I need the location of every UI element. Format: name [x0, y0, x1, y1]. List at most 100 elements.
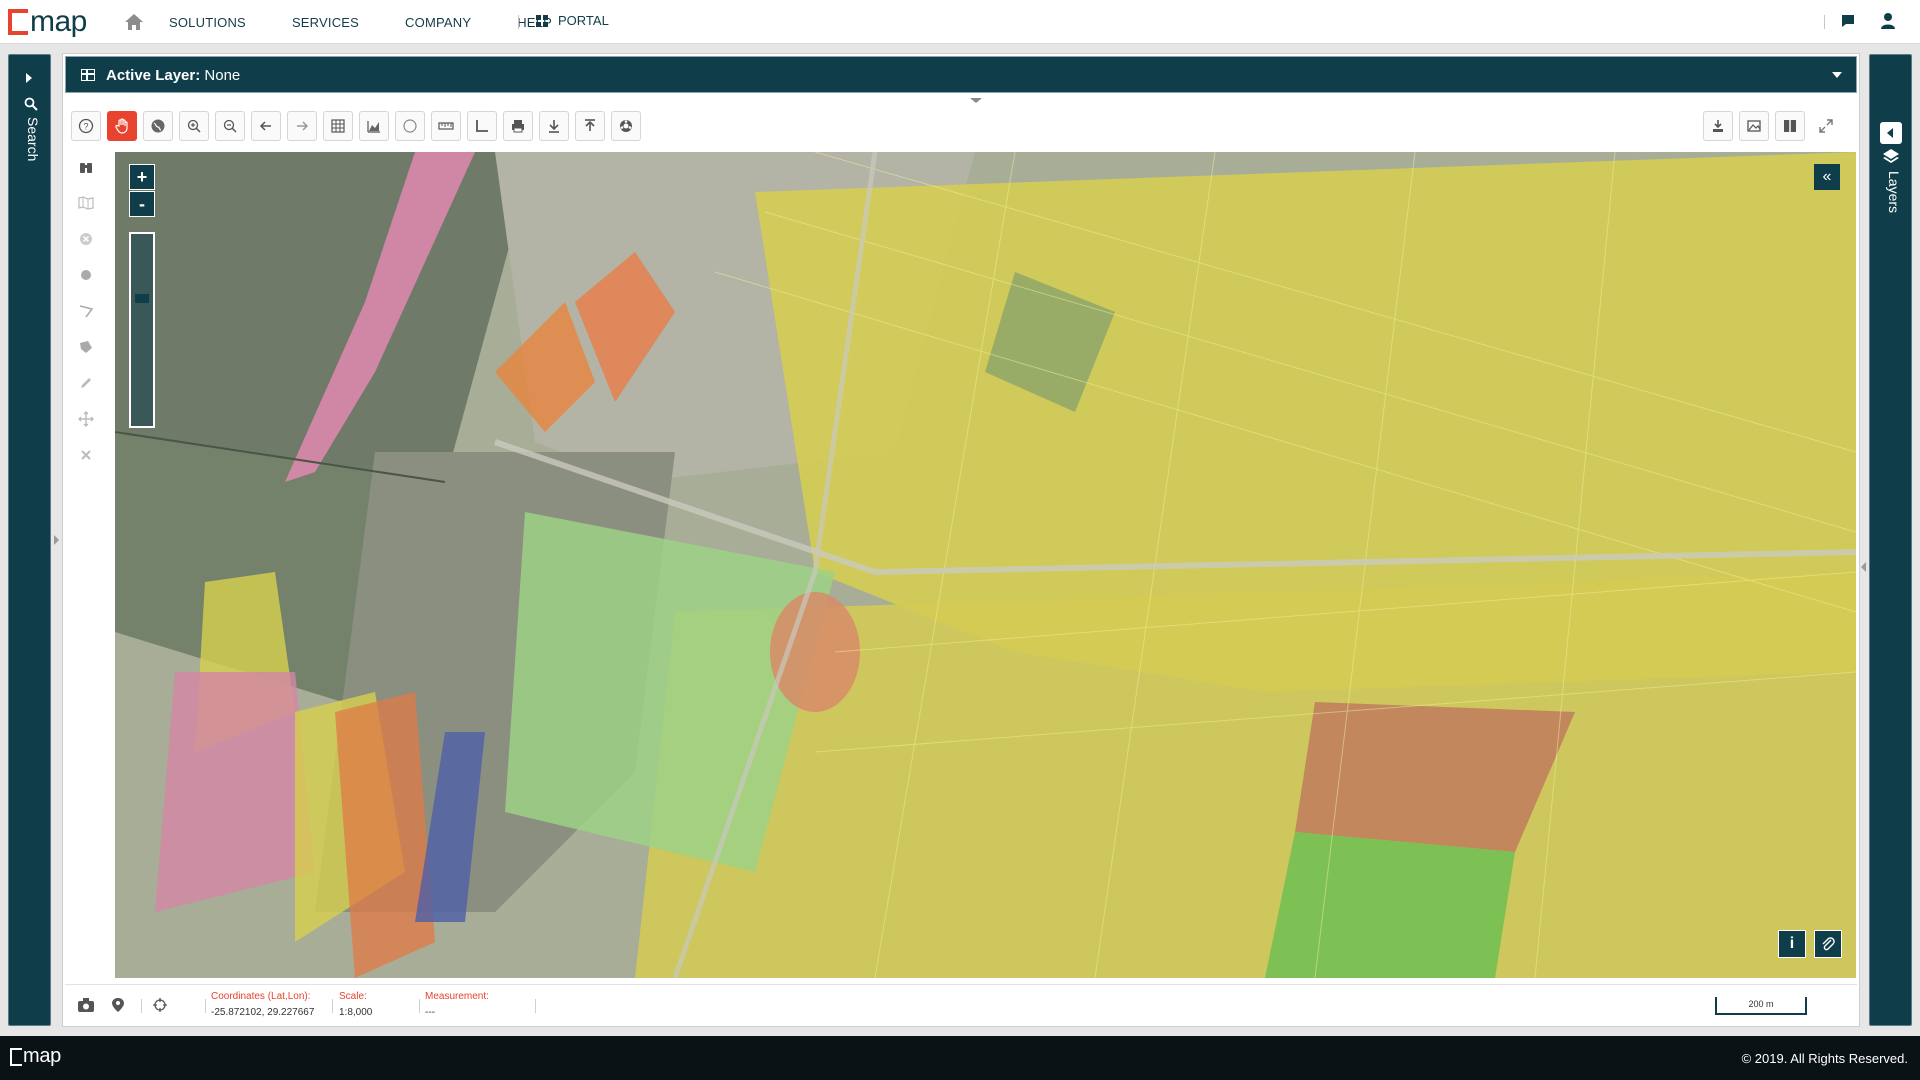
info-button[interactable]: i [1778, 930, 1806, 958]
binoculars-button[interactable] [71, 152, 101, 182]
ruler-button[interactable] [431, 111, 461, 141]
logo-text: map [30, 5, 87, 38]
pan-hand-icon [115, 118, 128, 134]
map-scale-bar: 200 m [1715, 997, 1807, 1015]
status-divider [205, 999, 206, 1013]
chart-button[interactable] [359, 111, 389, 141]
forward-button[interactable] [287, 111, 317, 141]
clear-icon [80, 233, 92, 245]
logo-bracket-mark [8, 9, 28, 35]
nav-solutions[interactable]: SOLUTIONS [169, 15, 246, 30]
active-layer-value: None [204, 67, 241, 84]
nav-services[interactable]: SERVICES [292, 15, 359, 30]
nav-links: SOLUTIONS SERVICES COMPANY HELP [169, 0, 598, 44]
zoom-out-control[interactable]: - [129, 191, 155, 217]
print-icon [512, 120, 524, 133]
edit-button[interactable] [71, 368, 101, 398]
status-divider [141, 999, 142, 1013]
right-panel-handle-icon[interactable] [1861, 562, 1866, 572]
table-icon [81, 69, 95, 81]
fullscreen-button[interactable] [1811, 111, 1841, 141]
nav-divider [518, 15, 519, 29]
attachment-button[interactable] [1814, 930, 1842, 958]
angle-button[interactable] [467, 111, 497, 141]
map-button[interactable] [71, 188, 101, 218]
layers-panel-label: Layers [1886, 171, 1902, 214]
zoom-in-control[interactable]: + [129, 164, 155, 190]
zoom-slider[interactable] [129, 232, 155, 428]
point-button[interactable] [71, 260, 101, 290]
back-button[interactable] [251, 111, 281, 141]
split-view-icon [1784, 120, 1796, 132]
upload-icon [585, 119, 595, 131]
collapse-toolbar-icon[interactable] [970, 98, 982, 103]
search-icon [24, 97, 38, 111]
scale-label: Scale: [339, 991, 367, 1002]
location-pin-icon [112, 998, 124, 1012]
nav-portal[interactable]: PORTAL [536, 13, 609, 28]
image-button[interactable] [1739, 111, 1769, 141]
collapse-panel-button[interactable]: « [1814, 164, 1840, 190]
globe-icon [151, 119, 165, 133]
collapse-arrow-icon[interactable] [1880, 122, 1902, 144]
map-toolbar-right [1703, 108, 1847, 144]
forward-arrow-icon [297, 121, 309, 131]
chat-icon[interactable] [1840, 13, 1856, 29]
home-icon[interactable] [124, 12, 144, 32]
screenshot-button[interactable] [71, 991, 101, 1019]
search-side-panel[interactable]: Search [8, 54, 51, 1026]
table-icon [331, 119, 345, 133]
zoom-out-button[interactable] [215, 111, 245, 141]
zoom-in-icon [187, 119, 201, 133]
status-divider [419, 999, 420, 1013]
delete-icon [81, 450, 91, 460]
brand-logo[interactable]: map [8, 5, 87, 38]
expand-arrow-icon[interactable] [26, 73, 32, 83]
zoom-out-icon [223, 119, 237, 133]
active-layer-label: Active Layer: None [106, 67, 240, 84]
crosshair-button[interactable] [145, 991, 175, 1019]
user-icon[interactable] [1880, 12, 1896, 30]
status-bar: Coordinates (Lat,Lon): -25.872102, 29.22… [65, 984, 1857, 1024]
layers-side-panel[interactable]: Layers [1869, 54, 1912, 1026]
polygon-icon [80, 341, 92, 353]
upload-button[interactable] [575, 111, 605, 141]
zoom-in-button[interactable] [179, 111, 209, 141]
copyright-text: © 2019. All Rights Reserved. [1741, 1051, 1908, 1066]
help-button[interactable]: ? [71, 111, 101, 141]
move-button[interactable] [71, 404, 101, 434]
settings-icon [620, 120, 632, 132]
table-button[interactable] [323, 111, 353, 141]
footer-logo: map [10, 1045, 61, 1068]
chevron-down-icon[interactable] [1832, 72, 1842, 78]
left-panel-handle-icon[interactable] [54, 535, 59, 545]
active-layer-bar[interactable]: Active Layer: None [65, 56, 1857, 93]
active-layer-prefix: Active Layer: [106, 67, 201, 84]
download-button[interactable] [539, 111, 569, 141]
globe-button[interactable] [143, 111, 173, 141]
measurement-label: Measurement: [425, 991, 489, 1002]
map-canvas[interactable]: + - « i [115, 152, 1856, 978]
delete-button[interactable] [71, 440, 101, 470]
pan-button[interactable] [107, 111, 137, 141]
export-download-button[interactable] [1703, 111, 1733, 141]
aerial-basemap [115, 152, 1856, 978]
footer-logo-mark [10, 1047, 22, 1066]
layers-icon [1883, 149, 1899, 163]
location-pin-button[interactable] [103, 991, 133, 1019]
print-button[interactable] [503, 111, 533, 141]
coordinates-value: -25.872102, 29.227667 [211, 1007, 315, 1018]
nav-company[interactable]: COMPANY [405, 15, 471, 30]
clear-button[interactable] [71, 224, 101, 254]
circle-button[interactable] [395, 111, 425, 141]
move-icon [78, 411, 94, 427]
grid-icon [536, 14, 548, 27]
export-download-icon [1713, 120, 1723, 132]
split-view-button[interactable] [1775, 111, 1805, 141]
polyline-button[interactable] [71, 296, 101, 326]
zoom-slider-thumb[interactable] [135, 294, 149, 303]
polygon-button[interactable] [71, 332, 101, 362]
edit-icon [81, 378, 91, 388]
binoculars-icon [80, 163, 92, 173]
settings-button[interactable] [611, 111, 641, 141]
